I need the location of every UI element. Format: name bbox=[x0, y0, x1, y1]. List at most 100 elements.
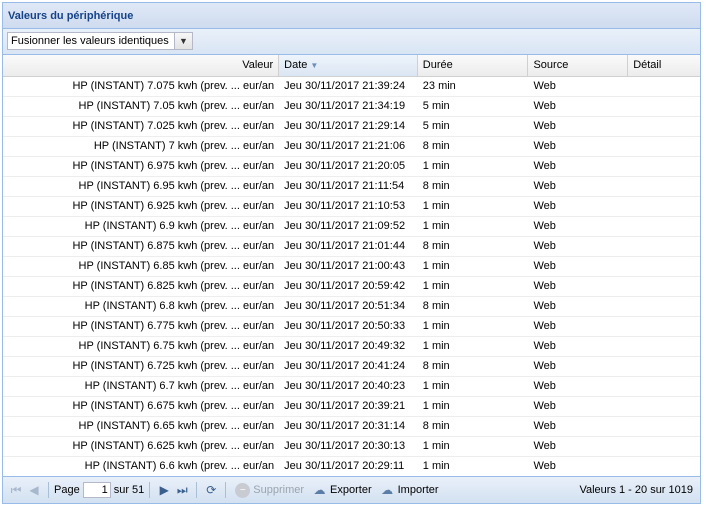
cell-valeur: HP (INSTANT) 6.975 kwh (prev. ... eur/an bbox=[72, 160, 275, 172]
cell-valeur: HP (INSTANT) 6.875 kwh (prev. ... eur/an bbox=[72, 240, 275, 252]
export-button[interactable]: ☁ Exporter bbox=[312, 483, 372, 498]
delete-button[interactable]: − Supprimer bbox=[235, 482, 304, 498]
separator bbox=[149, 482, 151, 498]
grid-header: Valeur Date ▼ Durée Source Détail bbox=[3, 55, 700, 77]
cell-detail bbox=[628, 317, 700, 336]
cell-detail bbox=[628, 237, 700, 256]
cell-duree: 8 min bbox=[422, 240, 450, 252]
table-row[interactable]: HP (INSTANT) 6.675 kwh (prev. ... eur/an… bbox=[3, 397, 700, 417]
table-row[interactable]: HP (INSTANT) 7 kwh (prev. ... eur/an Jeu … bbox=[3, 137, 700, 157]
cell-source: Web bbox=[533, 140, 556, 152]
merge-values-select-value: Fusionner les valeurs identiques bbox=[11, 35, 169, 47]
cell-duree: 1 min bbox=[422, 280, 450, 292]
cell-date: Jeu 30/11/2017 20:51:34 bbox=[284, 300, 406, 312]
cell-detail bbox=[628, 357, 700, 376]
grid-body: HP (INSTANT) 7.075 kwh (prev. ... eur/an… bbox=[3, 77, 700, 475]
cell-detail bbox=[628, 157, 700, 176]
prev-page-icon[interactable]: ◀ bbox=[25, 483, 43, 497]
panel-title: Valeurs du périphérique bbox=[3, 3, 700, 29]
cell-duree: 1 min bbox=[422, 220, 450, 232]
cell-source: Web bbox=[533, 380, 556, 392]
cell-source: Web bbox=[533, 400, 556, 412]
table-row[interactable]: HP (INSTANT) 6.925 kwh (prev. ... eur/an… bbox=[3, 197, 700, 217]
table-row[interactable]: HP (INSTANT) 7.025 kwh (prev. ... eur/an… bbox=[3, 117, 700, 137]
table-row[interactable]: HP (INSTANT) 6.9 kwh (prev. ... eur/an Je… bbox=[3, 217, 700, 237]
cell-date: Jeu 30/11/2017 21:10:53 bbox=[284, 200, 406, 212]
cell-source: Web bbox=[533, 260, 556, 272]
cell-detail bbox=[628, 417, 700, 436]
cell-detail bbox=[628, 457, 700, 475]
cell-source: Web bbox=[533, 420, 556, 432]
table-row[interactable]: HP (INSTANT) 6.825 kwh (prev. ... eur/an… bbox=[3, 277, 700, 297]
cell-date: Jeu 30/11/2017 21:09:52 bbox=[284, 220, 406, 232]
cell-date: Jeu 30/11/2017 20:59:42 bbox=[284, 280, 406, 292]
cell-detail bbox=[628, 177, 700, 196]
cell-duree: 1 min bbox=[422, 440, 450, 452]
cell-valeur: HP (INSTANT) 6.85 kwh (prev. ... eur/an bbox=[78, 260, 275, 272]
table-row[interactable]: HP (INSTANT) 6.875 kwh (prev. ... eur/an… bbox=[3, 237, 700, 257]
table-row[interactable]: HP (INSTANT) 6.725 kwh (prev. ... eur/an… bbox=[3, 357, 700, 377]
cell-valeur: HP (INSTANT) 7.075 kwh (prev. ... eur/an bbox=[72, 80, 275, 92]
cell-duree: 8 min bbox=[422, 140, 450, 152]
cell-date: Jeu 30/11/2017 21:39:24 bbox=[284, 80, 406, 92]
cell-valeur: HP (INSTANT) 6.95 kwh (prev. ... eur/an bbox=[78, 180, 275, 192]
table-row[interactable]: HP (INSTANT) 6.975 kwh (prev. ... eur/an… bbox=[3, 157, 700, 177]
cell-valeur: HP (INSTANT) 7 kwh (prev. ... eur/an bbox=[93, 140, 275, 152]
cell-source: Web bbox=[533, 340, 556, 352]
cell-valeur: HP (INSTANT) 6.925 kwh (prev. ... eur/an bbox=[72, 200, 275, 212]
table-row[interactable]: HP (INSTANT) 7.075 kwh (prev. ... eur/an… bbox=[3, 77, 700, 97]
cell-valeur: HP (INSTANT) 7.05 kwh (prev. ... eur/an bbox=[78, 100, 275, 112]
table-row[interactable]: HP (INSTANT) 6.6 kwh (prev. ... eur/an Je… bbox=[3, 457, 700, 475]
cell-date: Jeu 30/11/2017 20:39:21 bbox=[284, 400, 406, 412]
cell-date: Jeu 30/11/2017 20:31:14 bbox=[284, 420, 406, 432]
cell-source: Web bbox=[533, 220, 556, 232]
table-row[interactable]: HP (INSTANT) 6.775 kwh (prev. ... eur/an… bbox=[3, 317, 700, 337]
column-header-source[interactable]: Source bbox=[528, 55, 629, 76]
cell-duree: 1 min bbox=[422, 380, 450, 392]
column-header-duree[interactable]: Durée bbox=[418, 55, 529, 76]
cell-duree: 8 min bbox=[422, 180, 450, 192]
cell-source: Web bbox=[533, 120, 556, 132]
separator bbox=[48, 482, 49, 498]
table-row[interactable]: HP (INSTANT) 6.95 kwh (prev. ... eur/an J… bbox=[3, 177, 700, 197]
cell-date: Jeu 30/11/2017 20:29:11 bbox=[284, 460, 405, 472]
import-button[interactable]: ☁ Importer bbox=[380, 483, 438, 498]
table-row[interactable]: HP (INSTANT) 6.8 kwh (prev. ... eur/an Je… bbox=[3, 297, 700, 317]
refresh-icon[interactable]: ⟳ bbox=[202, 483, 220, 497]
cell-valeur: HP (INSTANT) 6.725 kwh (prev. ... eur/an bbox=[72, 360, 275, 372]
cell-source: Web bbox=[533, 300, 556, 312]
cell-detail bbox=[628, 217, 700, 236]
cell-valeur: HP (INSTANT) 7.025 kwh (prev. ... eur/an bbox=[72, 120, 275, 132]
next-page-icon[interactable]: ▶ bbox=[155, 483, 173, 497]
cell-duree: 1 min bbox=[422, 160, 450, 172]
sort-desc-icon: ▼ bbox=[310, 61, 319, 70]
cell-source: Web bbox=[533, 180, 556, 192]
last-page-icon[interactable]: ⏭ bbox=[173, 483, 191, 498]
cell-date: Jeu 30/11/2017 21:01:44 bbox=[284, 240, 406, 252]
cell-duree: 5 min bbox=[422, 120, 450, 132]
cell-date: Jeu 30/11/2017 21:20:05 bbox=[284, 160, 406, 172]
page-number-input[interactable] bbox=[82, 482, 111, 498]
cell-detail bbox=[628, 377, 700, 396]
column-header-valeur[interactable]: Valeur bbox=[3, 55, 280, 76]
first-page-icon[interactable]: ⏮ bbox=[7, 483, 25, 498]
table-row[interactable]: HP (INSTANT) 7.05 kwh (prev. ... eur/an J… bbox=[3, 97, 700, 117]
cell-date: Jeu 30/11/2017 21:29:14 bbox=[284, 120, 406, 132]
cell-detail bbox=[628, 397, 700, 416]
table-row[interactable]: HP (INSTANT) 6.75 kwh (prev. ... eur/an J… bbox=[3, 337, 700, 357]
table-row[interactable]: HP (INSTANT) 6.625 kwh (prev. ... eur/an… bbox=[3, 437, 700, 457]
chevron-down-icon[interactable]: ▼ bbox=[174, 33, 192, 49]
column-header-detail[interactable]: Détail bbox=[628, 55, 700, 76]
table-row[interactable]: HP (INSTANT) 6.65 kwh (prev. ... eur/an J… bbox=[3, 417, 700, 437]
cell-duree: 1 min bbox=[422, 340, 450, 352]
merge-values-select[interactable]: Fusionner les valeurs identiques ▼ bbox=[7, 32, 193, 50]
cell-detail bbox=[628, 297, 700, 316]
column-header-date[interactable]: Date ▼ bbox=[279, 55, 418, 76]
table-row[interactable]: HP (INSTANT) 6.7 kwh (prev. ... eur/an Je… bbox=[3, 377, 700, 397]
cell-duree: 8 min bbox=[422, 360, 450, 372]
table-row[interactable]: HP (INSTANT) 6.85 kwh (prev. ... eur/an J… bbox=[3, 257, 700, 277]
paging-status: Valeurs 1 - 20 sur 1019 bbox=[579, 484, 693, 496]
cell-valeur: HP (INSTANT) 6.625 kwh (prev. ... eur/an bbox=[72, 440, 275, 452]
cell-source: Web bbox=[533, 200, 556, 212]
cell-detail bbox=[628, 137, 700, 156]
